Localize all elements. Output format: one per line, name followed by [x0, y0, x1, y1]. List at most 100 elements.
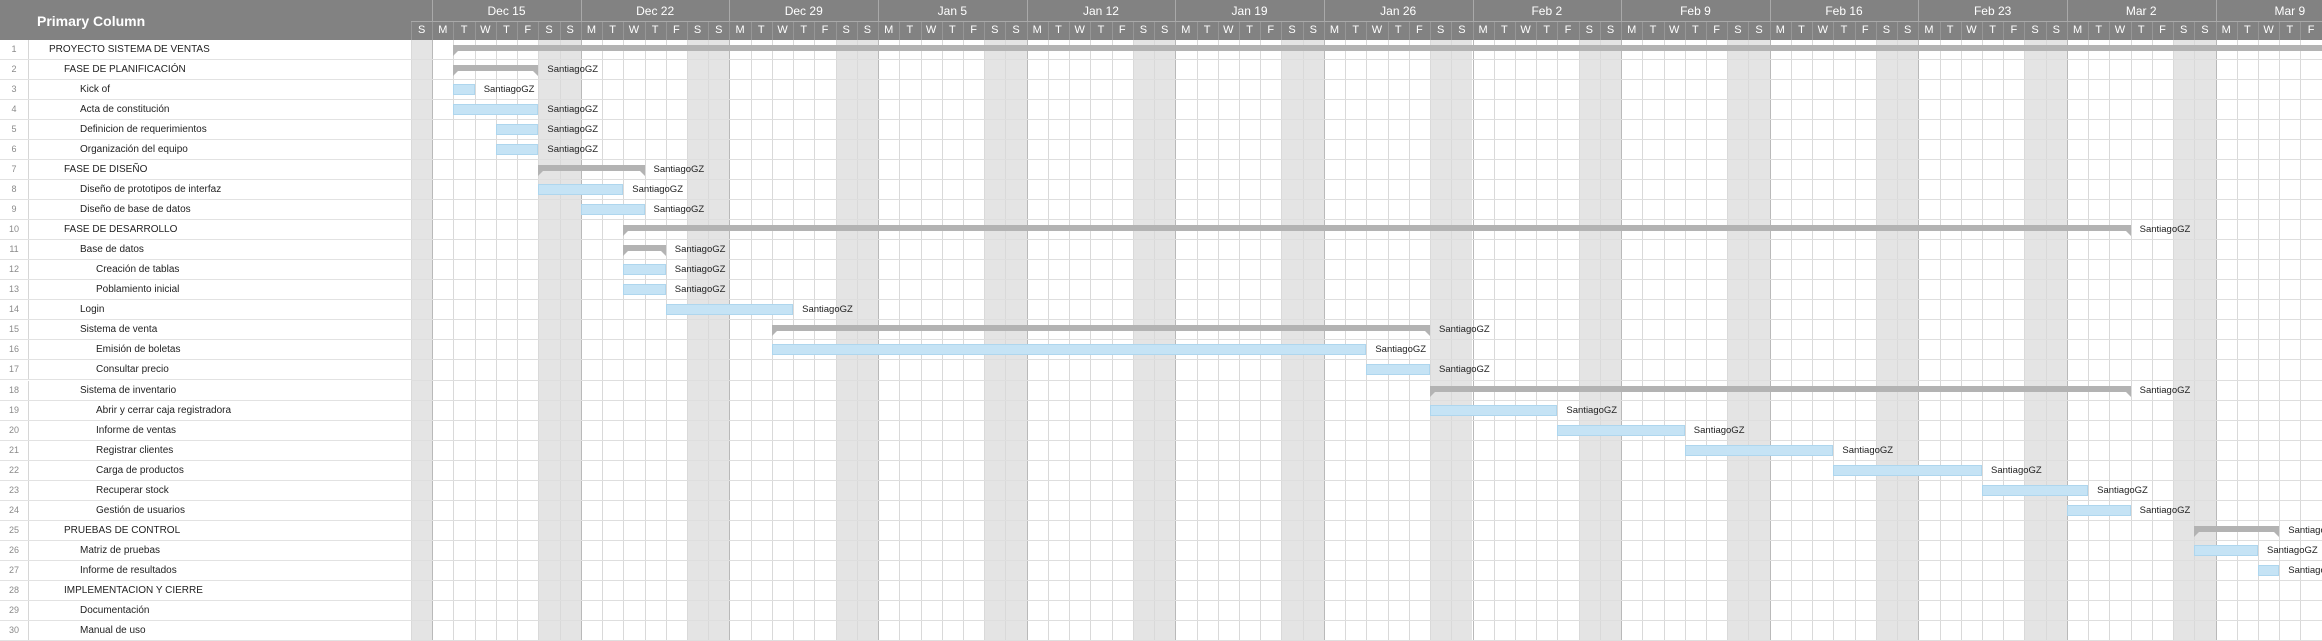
task-name[interactable]: Base de datos [80, 240, 144, 259]
grid-row[interactable]: 13 Poblamiento inicial [0, 280, 411, 301]
task-bar[interactable] [623, 264, 666, 276]
task-name[interactable]: Gestión de usuarios [96, 501, 185, 520]
task-name[interactable]: Abrir y cerrar caja registradora [96, 401, 231, 420]
grid-row[interactable]: 23 Recuperar stock [0, 480, 411, 501]
grid-row[interactable]: 26 Matriz de pruebas [0, 540, 411, 561]
grid-row[interactable]: 10 FASE DE DESARROLLO [0, 220, 411, 241]
task-bar[interactable] [771, 344, 1367, 356]
task-name[interactable]: Recuperar stock [96, 481, 169, 500]
day-label: S [1458, 24, 1466, 36]
task-bar[interactable] [665, 304, 794, 316]
task-bar[interactable] [453, 104, 539, 116]
task-bar[interactable] [1557, 424, 1685, 436]
task-bar[interactable] [2066, 504, 2131, 516]
day-separator [1345, 22, 1347, 40]
summary-bar[interactable] [771, 325, 1431, 337]
grid-row[interactable]: 12 Creación de tablas [0, 260, 411, 281]
task-name[interactable]: Emisión de boletas [96, 340, 181, 359]
task-name[interactable]: Login [80, 300, 104, 319]
task-name[interactable]: FASE DE DESARROLLO [64, 220, 177, 239]
task-bar[interactable] [623, 284, 666, 296]
grid-row[interactable]: 28 IMPLEMENTACION Y CIERRE [0, 580, 411, 601]
grid-row[interactable]: 9 Diseño de base de datos [0, 200, 411, 221]
task-name[interactable]: Kick of [80, 80, 110, 99]
task-bar[interactable] [538, 184, 624, 196]
task-bar[interactable] [1430, 404, 1558, 416]
grid-row[interactable]: 11 Base de datos [0, 240, 411, 261]
grid-row[interactable]: 20 Informe de ventas [0, 420, 411, 441]
summary-bar[interactable] [2194, 525, 2280, 537]
task-name[interactable]: Creación de tablas [96, 260, 179, 279]
task-bar[interactable] [495, 144, 539, 156]
task-name[interactable]: Registrar clientes [96, 441, 173, 460]
grid-row[interactable]: 5 Definicion de requerimientos [0, 120, 411, 141]
grid-row[interactable]: 18 Sistema de inventario [0, 380, 411, 401]
task-name[interactable]: Consultar precio [96, 360, 169, 379]
task-name[interactable]: PROYECTO SISTEMA DE VENTAS [49, 40, 210, 59]
task-name[interactable]: Informe de resultados [80, 561, 177, 580]
task-name[interactable]: Poblamiento inicial [96, 280, 179, 299]
task-bar[interactable] [580, 204, 645, 216]
task-bar[interactable] [1684, 444, 1834, 456]
grid-row[interactable]: 17 Consultar precio [0, 360, 411, 381]
summary-bar[interactable] [453, 45, 2322, 56]
grid-row[interactable]: 14 Login [0, 300, 411, 321]
grid-row[interactable]: 7 FASE DE DISEÑO [0, 160, 411, 181]
grid-row[interactable]: 27 Informe de resultados [0, 560, 411, 581]
summary-bar[interactable] [623, 245, 667, 257]
task-name[interactable]: Sistema de inventario [80, 381, 176, 400]
grid-row[interactable]: 24 Gestión de usuarios [0, 500, 411, 521]
day-gridline [1238, 40, 1240, 641]
day-label: M [2221, 24, 2231, 36]
grid-row[interactable]: 6 Organización del equipo [0, 140, 411, 161]
grid-row[interactable]: 21 Registrar clientes [0, 440, 411, 461]
weekend-column [2045, 40, 2067, 641]
task-name[interactable]: PRUEBAS DE CONTROL [64, 521, 180, 540]
grid-row[interactable]: 19 Abrir y cerrar caja registradora [0, 400, 411, 421]
row-number: 9 [0, 200, 29, 220]
task-bar[interactable] [2258, 564, 2280, 576]
summary-bar[interactable] [538, 165, 645, 177]
row-number: 8 [0, 180, 29, 200]
task-bar[interactable] [1982, 484, 2089, 496]
summary-bar[interactable] [623, 225, 2131, 237]
assignee-label: SantiagoGZ [1439, 364, 1490, 376]
task-bar[interactable] [2194, 544, 2258, 556]
grid-row[interactable]: 2 FASE DE PLANIFICACIÓN [0, 60, 411, 81]
task-name[interactable]: FASE DE DISEÑO [64, 160, 147, 179]
grid-row[interactable]: 15 Sistema de venta [0, 320, 411, 341]
task-name[interactable]: FASE DE PLANIFICACIÓN [64, 60, 186, 79]
task-name[interactable]: Organización del equipo [80, 140, 188, 159]
summary-bar[interactable] [453, 65, 539, 77]
task-name[interactable]: Matriz de pruebas [80, 541, 160, 560]
task-name[interactable]: Diseño de base de datos [80, 200, 191, 219]
task-name[interactable]: Sistema de venta [80, 320, 157, 339]
task-bar[interactable] [1833, 464, 1983, 476]
day-separator [1897, 22, 1899, 40]
task-bar[interactable] [1366, 364, 1431, 376]
task-name[interactable]: Acta de constitución [80, 100, 170, 119]
grid-row[interactable]: 16 Emisión de boletas [0, 340, 411, 361]
summary-bar[interactable] [1430, 385, 2131, 397]
day-gridline [1918, 40, 1920, 641]
task-name[interactable]: Carga de productos [96, 461, 184, 480]
grid-row[interactable]: 4 Acta de constitución [0, 100, 411, 121]
grid-row[interactable]: 1 PROYECTO SISTEMA DE VENTAS [0, 40, 411, 60]
primary-column-header[interactable]: Primary Column [37, 13, 145, 29]
task-name[interactable]: Manual de uso [80, 621, 146, 640]
day-separator [1175, 22, 1177, 40]
task-bar[interactable] [453, 84, 475, 96]
task-name[interactable]: Documentación [80, 601, 149, 620]
grid-row[interactable]: 30 Manual de uso [0, 620, 411, 641]
task-name[interactable]: Informe de ventas [96, 421, 176, 440]
grid-row[interactable]: 22 Carga de productos [0, 460, 411, 481]
task-name[interactable]: Diseño de prototipos de interfaz [80, 180, 221, 199]
grid-row[interactable]: 25 PRUEBAS DE CONTROL [0, 520, 411, 541]
task-name[interactable]: Definicion de requerimientos [80, 120, 207, 139]
day-gridline [1727, 40, 1729, 641]
grid-row[interactable]: 8 Diseño de prototipos de interfaz [0, 180, 411, 201]
grid-row[interactable]: 3 Kick of [0, 80, 411, 101]
task-bar[interactable] [495, 124, 539, 136]
grid-row[interactable]: 29 Documentación [0, 600, 411, 621]
task-name[interactable]: IMPLEMENTACION Y CIERRE [64, 581, 203, 600]
